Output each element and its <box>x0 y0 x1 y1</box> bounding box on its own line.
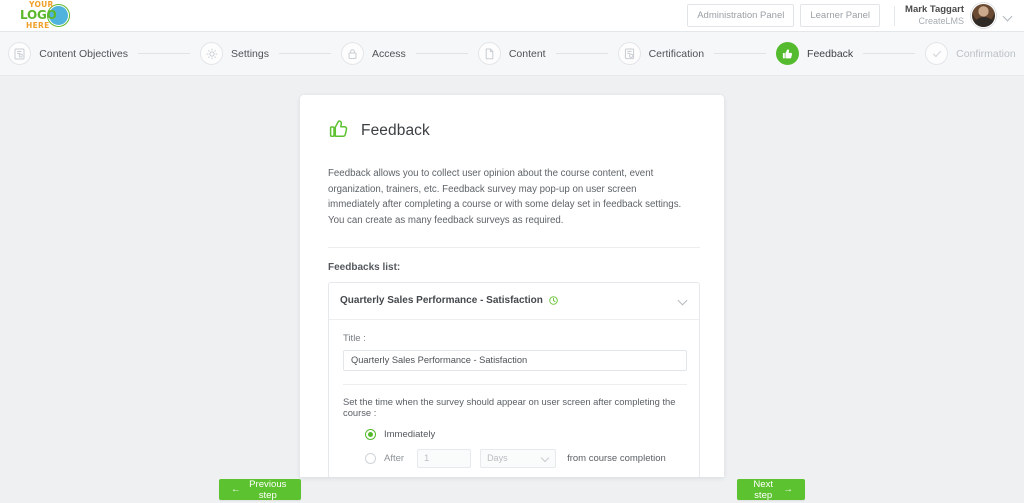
user-org: CreateLMS <box>918 15 964 26</box>
divider <box>328 246 700 248</box>
top-bar-right: Administration Panel Learner Panel Mark … <box>681 3 1012 28</box>
step-content-objectives[interactable]: Content Objectives <box>8 42 128 65</box>
step-label: Settings <box>231 47 269 60</box>
accordion-body: Title : Set the time when the survey sho… <box>329 320 699 477</box>
arrow-left-icon: ← <box>231 484 241 495</box>
previous-step-button[interactable]: ← Previous step <box>219 478 301 501</box>
step-label: Access <box>371 47 406 60</box>
step-connector <box>415 53 468 54</box>
feedbacks-list-label: Feedbacks list: <box>328 261 401 273</box>
thumbs-up-icon <box>776 42 800 65</box>
next-step-button[interactable]: Next step → <box>737 478 805 501</box>
administration-panel-button[interactable]: Administration Panel <box>687 4 795 27</box>
step-feedback[interactable]: Feedback <box>776 42 853 65</box>
previous-step-label: Previous step <box>249 478 287 501</box>
accordion-header[interactable]: Quarterly Sales Performance - Satisfacti… <box>329 283 699 320</box>
step-connector <box>278 53 331 54</box>
delay-unit-value: Days <box>487 453 508 464</box>
step-label: Confirmation <box>956 47 1016 60</box>
clock-icon <box>549 292 558 310</box>
logo-line-3: HERE <box>26 20 50 30</box>
avatar <box>971 3 996 28</box>
step-label: Feedback <box>807 47 854 60</box>
step-label: Content Objectives <box>39 47 129 60</box>
top-bar: YOUR LOGO HERE Administration Panel Lear… <box>0 0 1024 32</box>
step-label: Content <box>508 47 546 60</box>
delay-unit-select[interactable]: Days <box>480 448 557 468</box>
step-connector <box>555 53 608 54</box>
timing-suffix-text: from course completion <box>567 452 666 464</box>
radio-label-immediately: Immediately <box>384 428 436 440</box>
radio-row-after[interactable]: After Days from course completion <box>365 448 687 468</box>
accordion-title: Quarterly Sales Performance - Satisfacti… <box>340 295 543 307</box>
gear-icon <box>200 42 224 65</box>
user-text: Mark Taggart CreateLMS <box>905 4 964 27</box>
chevron-down-icon[interactable] <box>679 296 688 305</box>
feedback-card: Feedback Feedback allows you to collect … <box>300 95 724 477</box>
radio-label-after: After <box>384 452 405 464</box>
step-connector <box>714 53 767 54</box>
chevron-down-icon <box>540 453 550 463</box>
step-settings[interactable]: Settings <box>200 42 269 65</box>
feedback-accordion: Quarterly Sales Performance - Satisfacti… <box>328 281 700 477</box>
page-title: Feedback <box>361 121 430 139</box>
step-connector <box>863 53 916 54</box>
wizard-stepper: Content Objectives Settings Access Conte… <box>0 32 1024 76</box>
card-header: Feedback <box>328 117 700 144</box>
delay-value-input[interactable] <box>417 448 472 468</box>
user-menu[interactable]: Mark Taggart CreateLMS <box>905 3 1012 28</box>
radio-after[interactable] <box>365 452 376 464</box>
check-icon <box>925 42 949 65</box>
step-label: Certification <box>648 47 705 60</box>
top-bar-divider <box>894 5 896 26</box>
arrow-right-icon: → <box>783 484 793 495</box>
step-content[interactable]: Content <box>477 42 546 65</box>
wizard-footer: ← Previous step Next step → <box>0 476 1024 503</box>
user-name: Mark Taggart <box>905 3 964 15</box>
logo[interactable]: YOUR LOGO HERE <box>12 0 74 32</box>
document-icon <box>477 42 501 65</box>
title-input[interactable] <box>343 349 687 371</box>
timing-question-text: Set the time when the survey should appe… <box>343 395 676 418</box>
card-description: Feedback allows you to collect user opin… <box>328 168 682 227</box>
logo-line-2: LOGO <box>20 7 57 22</box>
chevron-down-icon[interactable] <box>1004 12 1012 20</box>
step-confirmation[interactable]: Confirmation <box>925 42 1016 65</box>
certification-icon <box>617 42 641 65</box>
learner-panel-button[interactable]: Learner Panel <box>800 4 881 27</box>
logo-line-1: YOUR <box>29 0 54 9</box>
next-step-label: Next step <box>753 478 774 501</box>
radio-row-immediately[interactable]: Immediately <box>365 428 687 440</box>
thumbs-up-icon <box>328 117 350 144</box>
radio-immediately[interactable] <box>365 428 376 440</box>
certificate-icon <box>8 42 32 65</box>
divider <box>343 383 687 385</box>
lock-icon <box>340 42 364 65</box>
step-access[interactable]: Access <box>340 42 406 65</box>
title-field-label: Title : <box>343 332 366 344</box>
step-connector <box>138 53 191 54</box>
step-certification[interactable]: Certification <box>617 42 705 65</box>
